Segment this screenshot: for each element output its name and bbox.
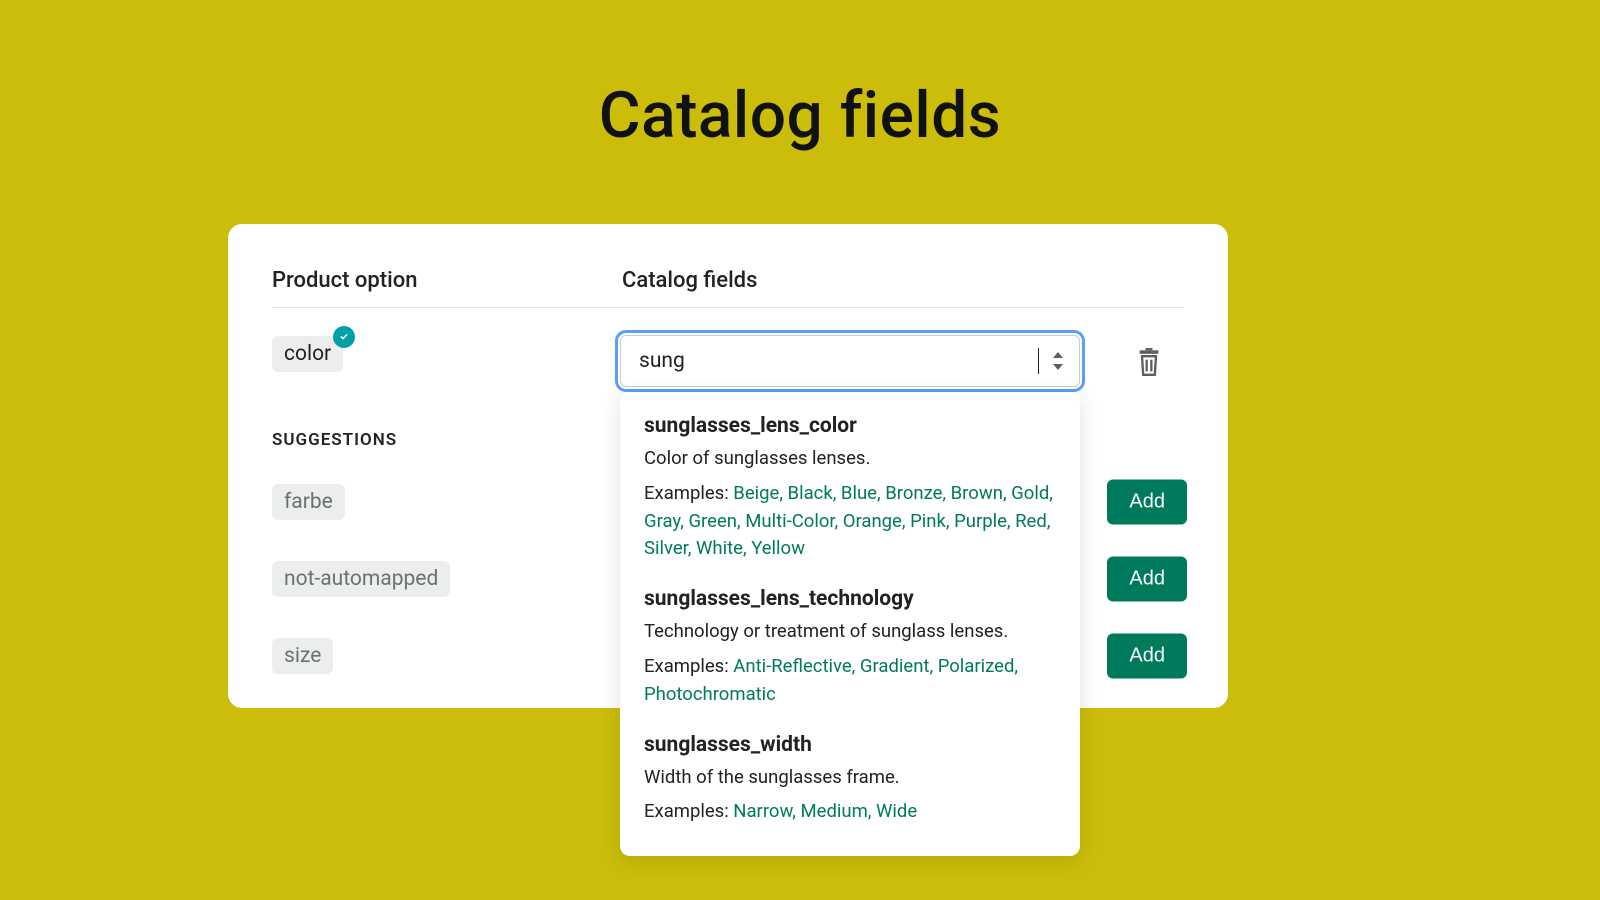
dropdown-item-title: sunglasses_lens_technology xyxy=(644,587,1056,611)
suggestions-heading: SUGGESTIONS xyxy=(272,430,397,450)
examples-values: Narrow, Medium, Wide xyxy=(733,800,917,822)
examples-label: Examples: xyxy=(644,800,733,822)
add-button[interactable]: Add xyxy=(1107,557,1187,602)
text-caret xyxy=(1038,348,1039,374)
col-header-product-option: Product option xyxy=(272,268,622,293)
option-tag-label: color xyxy=(284,342,331,366)
dropdown-item[interactable]: sunglasses_width Width of the sunglasses… xyxy=(644,733,1056,827)
page-title: Catalog fields xyxy=(0,0,1600,153)
examples-label: Examples: xyxy=(644,482,733,504)
col-header-catalog-fields: Catalog fields xyxy=(622,268,1184,293)
select-chevrons-icon xyxy=(1051,352,1065,370)
dropdown-item-desc: Technology or treatment of sunglass lens… xyxy=(644,619,1056,645)
dropdown-item[interactable]: sunglasses_lens_technology Technology or… xyxy=(644,587,1056,708)
columns-header: Product option Catalog fields xyxy=(272,268,1184,308)
autocomplete-dropdown: sunglasses_lens_color Color of sunglasse… xyxy=(620,392,1080,856)
check-icon xyxy=(333,326,355,348)
dropdown-item[interactable]: sunglasses_lens_color Color of sunglasse… xyxy=(644,414,1056,563)
option-tag-color: color xyxy=(272,336,343,372)
examples-label: Examples: xyxy=(644,655,733,677)
catalog-field-combobox[interactable] xyxy=(620,335,1080,387)
dropdown-item-examples: Examples: Anti-Reflective, Gradient, Pol… xyxy=(644,653,1056,709)
dropdown-item-desc: Width of the sunglasses frame. xyxy=(644,765,1056,791)
suggestion-tag-not-automapped: not-automapped xyxy=(272,561,450,597)
dropdown-item-desc: Color of sunglasses lenses. xyxy=(644,446,1056,472)
add-button[interactable]: Add xyxy=(1107,480,1187,525)
add-button[interactable]: Add xyxy=(1107,634,1187,679)
trash-icon xyxy=(1135,347,1163,377)
catalog-field-input[interactable] xyxy=(639,349,1040,373)
dropdown-item-examples: Examples: Narrow, Medium, Wide xyxy=(644,798,1056,826)
delete-button[interactable] xyxy=(1135,347,1163,377)
suggestion-tag-size: size xyxy=(272,638,333,674)
dropdown-item-title: sunglasses_lens_color xyxy=(644,414,1056,438)
suggestion-tag-farbe: farbe xyxy=(272,484,345,520)
dropdown-item-title: sunglasses_width xyxy=(644,733,1056,757)
dropdown-item-examples: Examples: Beige, Black, Blue, Bronze, Br… xyxy=(644,480,1056,563)
